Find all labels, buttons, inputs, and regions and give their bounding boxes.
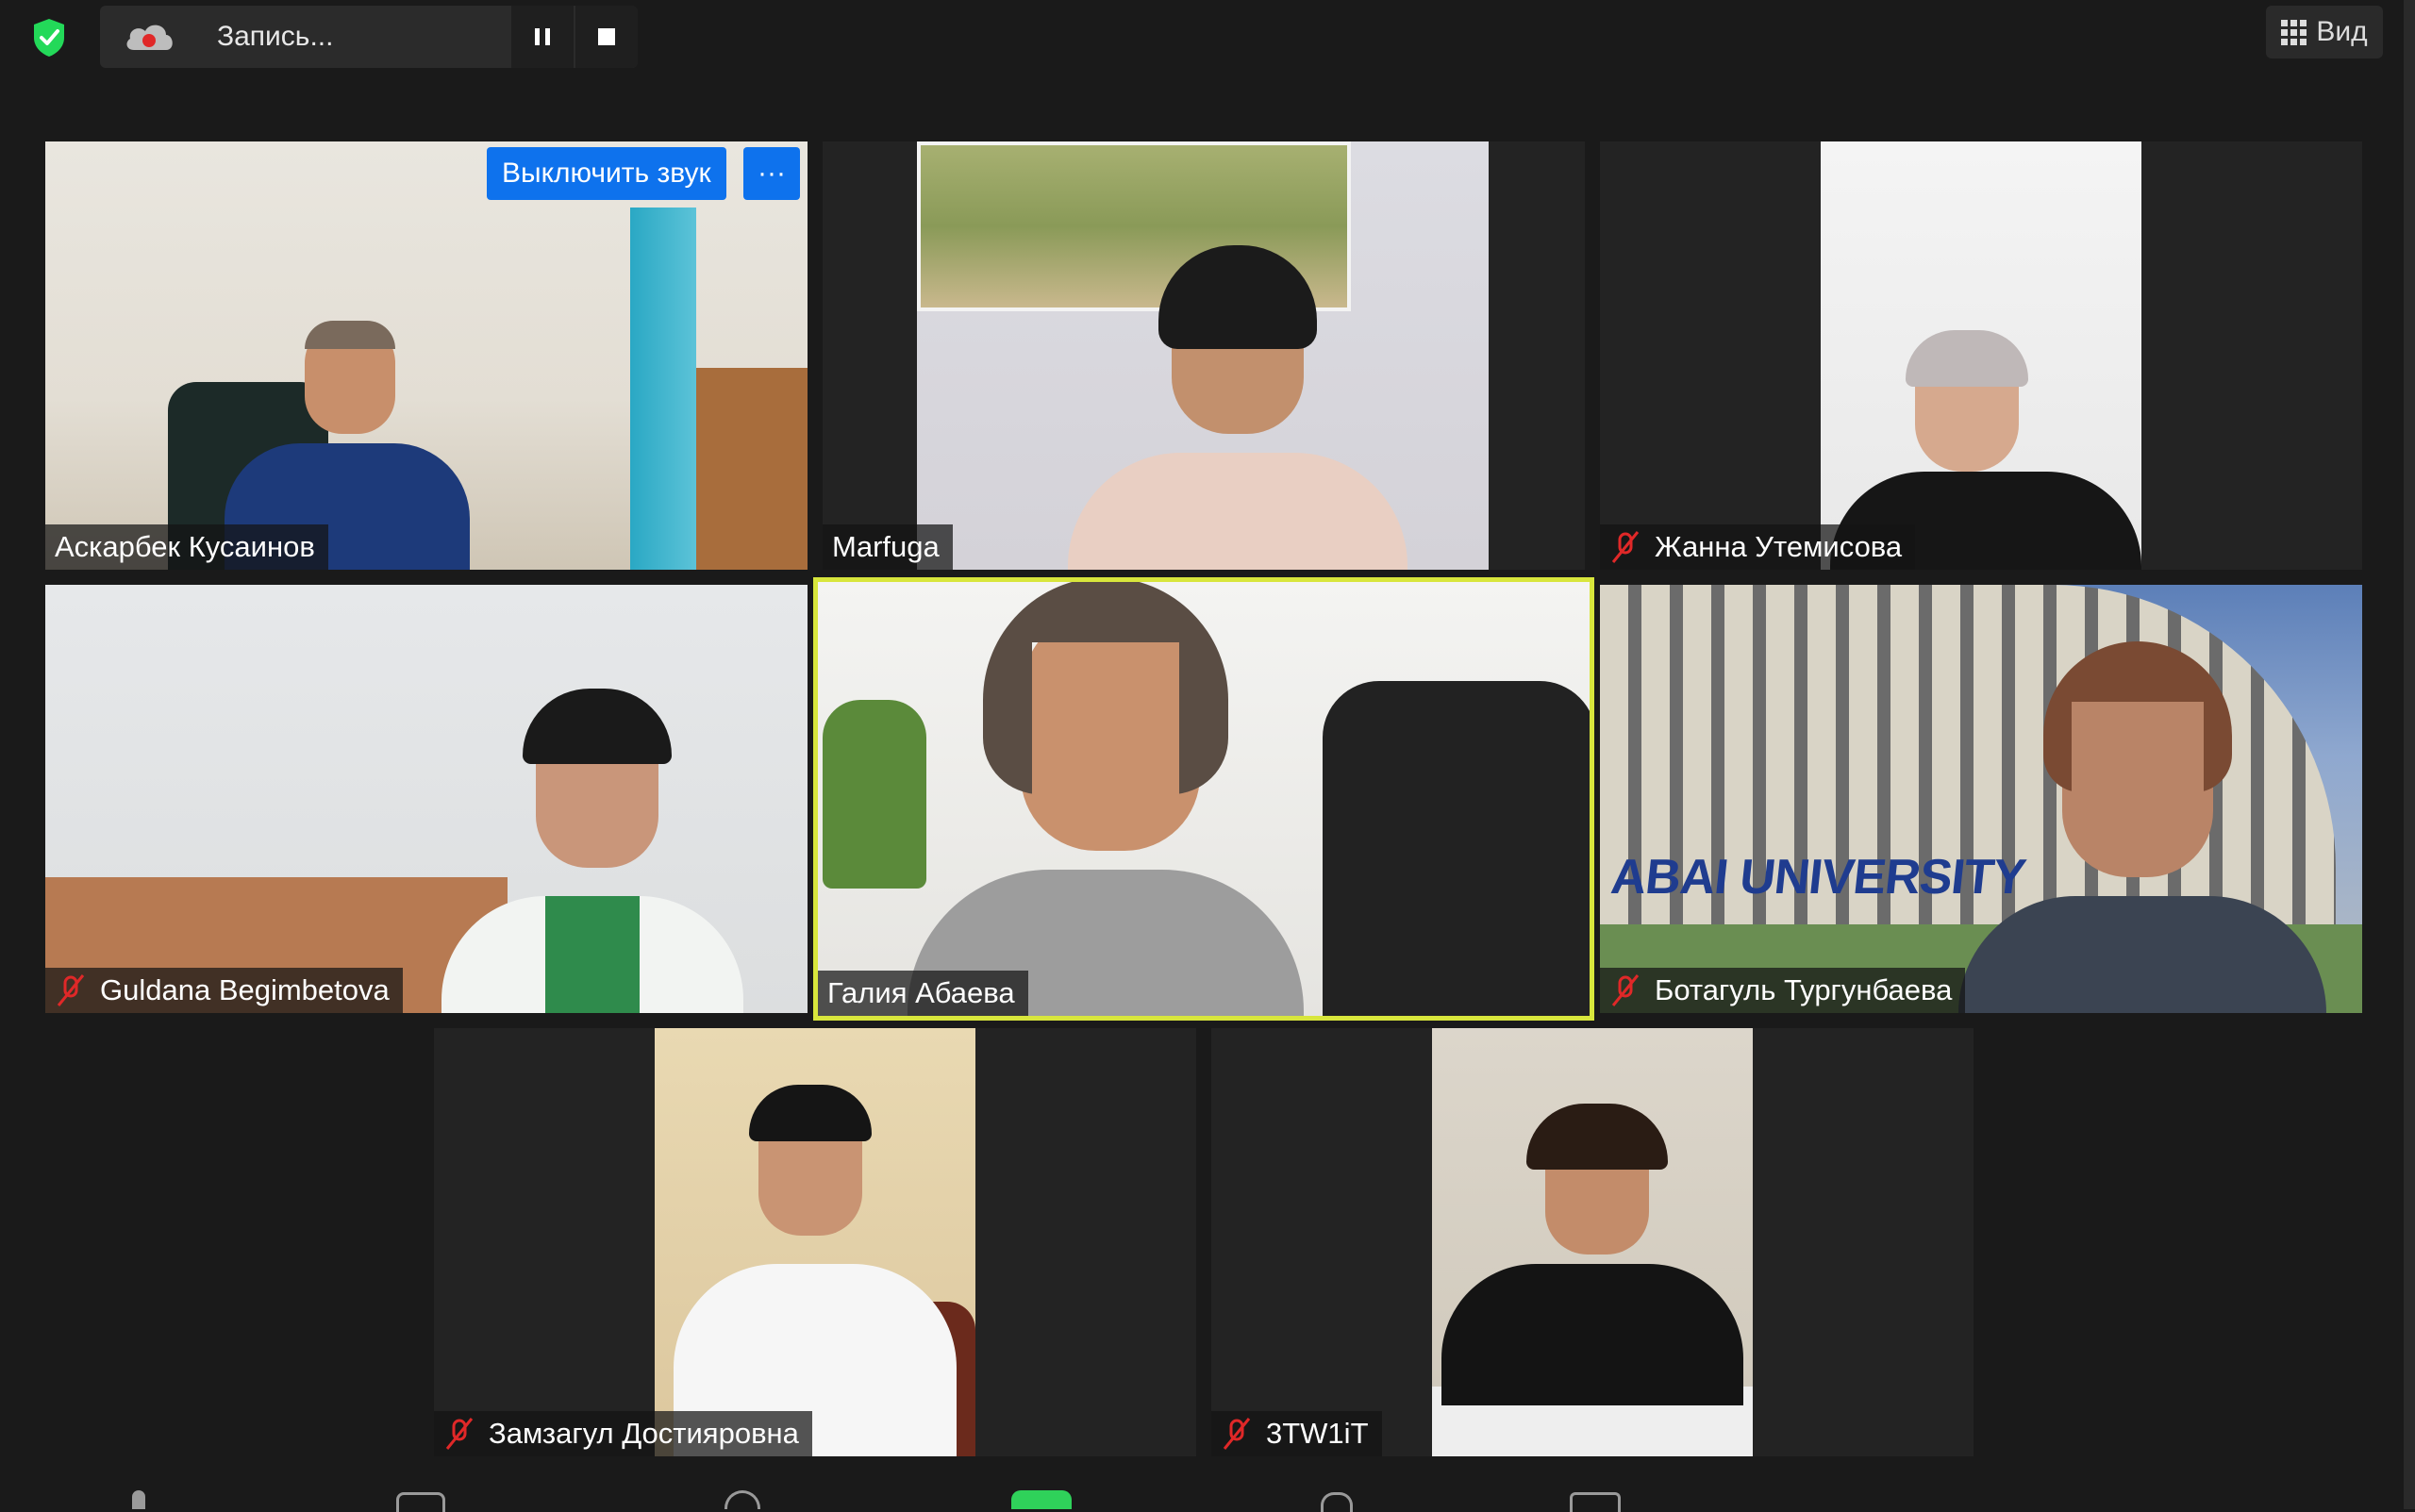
muted-mic-icon [1609, 973, 1641, 1007]
pause-icon [535, 28, 550, 45]
participant-name: 3TW1iT [1266, 1417, 1369, 1450]
microphone-icon[interactable] [132, 1490, 145, 1509]
participant-name: Замзагул Достияровна [489, 1417, 799, 1450]
cloud-recording-icon [123, 18, 175, 56]
flag-image [630, 208, 696, 570]
participant-nametag: Ботагуль Тургунбаева [1600, 968, 1966, 1013]
recording-label: Запись... [217, 21, 334, 52]
security-shield-icon[interactable] [26, 15, 72, 60]
video-tile[interactable]: Жанна Утемисова [1600, 141, 2362, 570]
grid-view-icon [2281, 19, 2307, 45]
participant-name: Marfuga [832, 530, 940, 563]
stop-icon [598, 28, 615, 45]
view-button[interactable]: Вид [2266, 6, 2383, 58]
participant-nametag: Галия Абаева [818, 971, 1028, 1016]
participant-video: ABAI UNIVERSITY [1600, 585, 2362, 1013]
cabinet-image [696, 368, 808, 570]
video-tile[interactable]: Замзагул Достияровна [434, 1028, 1196, 1456]
participant-name: Аскарбек Кусаинов [55, 530, 315, 563]
muted-mic-icon [1609, 530, 1641, 564]
person-image [908, 577, 1304, 1021]
participant-name: Галия Абаева [827, 976, 1015, 1009]
muted-mic-icon [443, 1417, 475, 1451]
participant-video [45, 585, 808, 1013]
participant-video [655, 1028, 975, 1456]
window-edge [2404, 0, 2415, 1509]
participant-nametag: Marfuga [823, 524, 953, 570]
person-image [674, 1085, 957, 1456]
participant-video [45, 141, 808, 570]
participant-video [1432, 1028, 1753, 1456]
participant-nametag: Аскарбек Кусаинов [45, 524, 328, 570]
video-tile[interactable]: Marfuga [823, 141, 1585, 570]
pause-recording-button[interactable] [509, 6, 574, 68]
security-icon[interactable] [724, 1490, 760, 1509]
meeting-toolbar [0, 1471, 2415, 1512]
mute-participant-button[interactable]: Выключить звук [487, 147, 726, 200]
video-tile[interactable]: ABAI UNIVERSITY Ботагуль Тургунбаева [1600, 585, 2362, 1013]
person-image [1068, 245, 1407, 570]
muted-mic-icon [55, 973, 87, 1007]
participant-name: Guldana Begimbetova [100, 973, 390, 1006]
participant-nametag: Guldana Begimbetova [45, 968, 403, 1013]
video-tile[interactable]: Выключить звук ··· Аскарбек Кусаинов [45, 141, 808, 570]
participant-nametag: Замзагул Достияровна [434, 1411, 812, 1456]
top-bar: Запись... Вид [0, 0, 2415, 75]
recording-indicator: Запись... [100, 6, 638, 68]
more-options-button[interactable]: ··· [743, 147, 800, 200]
participant-nametag: Жанна Утемисова [1600, 524, 1916, 570]
chair-image [1323, 681, 1594, 1021]
person-image [1958, 641, 2326, 1013]
muted-mic-icon [1221, 1417, 1253, 1451]
stop-recording-button[interactable] [574, 6, 638, 68]
video-tile-active-speaker[interactable]: Галия Абаева [813, 577, 1594, 1021]
view-label: Вид [2316, 16, 2368, 47]
participant-name: Жанна Утемисова [1655, 530, 1903, 563]
video-tile[interactable]: 3TW1iT [1211, 1028, 1974, 1456]
participant-video [1821, 141, 2141, 570]
share-screen-icon[interactable] [1011, 1490, 1072, 1509]
participant-name: Ботагуль Тургунбаева [1655, 973, 1953, 1006]
participant-nametag: 3TW1iT [1211, 1411, 1382, 1456]
video-tile[interactable]: Guldana Begimbetova [45, 585, 808, 1013]
participant-video [917, 141, 1489, 570]
person-image [1441, 1104, 1743, 1405]
person-image [441, 689, 743, 1013]
participant-video [813, 577, 1594, 1021]
